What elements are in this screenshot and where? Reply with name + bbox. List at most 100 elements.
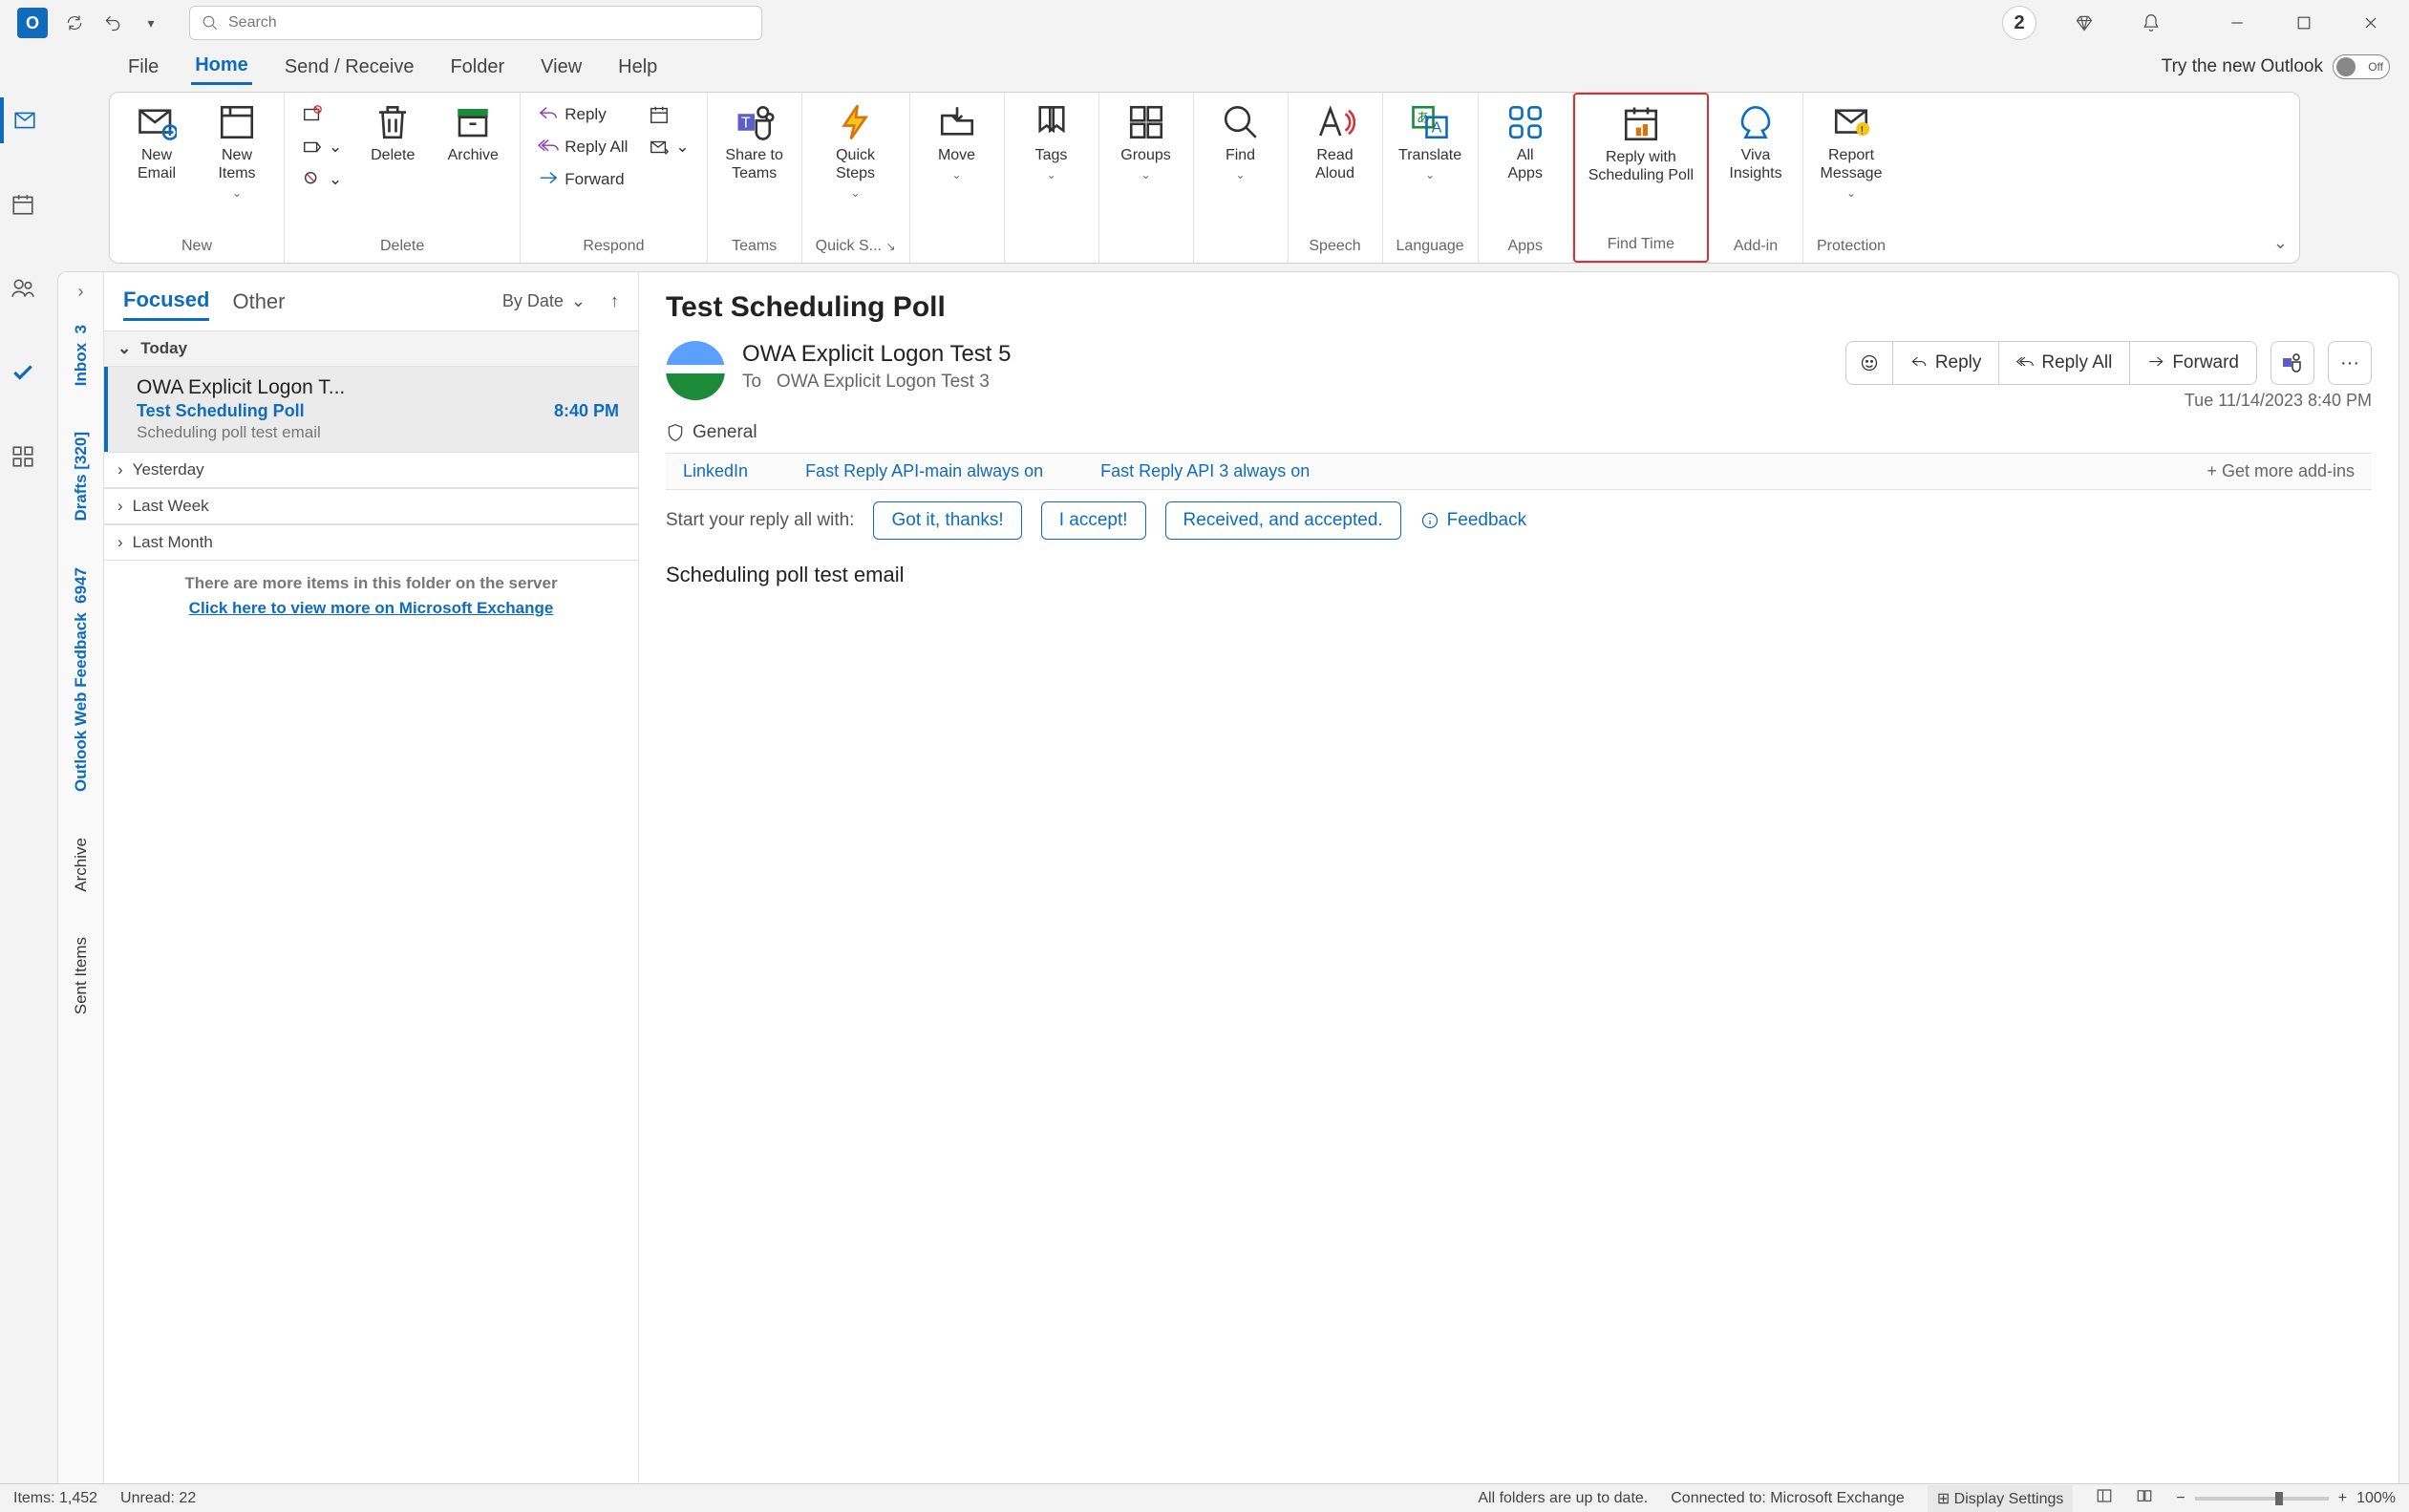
ribbon-label-speech: Speech	[1309, 238, 1360, 259]
reading-replyall-button[interactable]: Reply All	[1999, 342, 2130, 384]
folder-archive[interactable]: Archive	[72, 838, 91, 892]
view-reading-icon[interactable]	[2136, 1487, 2153, 1509]
folder-owf[interactable]: Outlook Web Feedback 6947	[72, 567, 91, 792]
reading-from: OWA Explicit Logon Test 5	[742, 341, 1828, 368]
reply-button[interactable]: Reply	[534, 102, 631, 127]
menu-folder[interactable]: Folder	[446, 51, 508, 84]
read-aloud-button[interactable]: Read Aloud	[1302, 102, 1369, 182]
search-input[interactable]: Search	[189, 6, 762, 40]
sync-icon[interactable]	[55, 4, 94, 42]
menu-view[interactable]: View	[537, 51, 586, 84]
svg-text:T: T	[741, 115, 751, 131]
menu-file[interactable]: File	[124, 51, 162, 84]
quick-reply-chip-1[interactable]: Got it, thanks!	[873, 501, 1021, 540]
reading-to: OWA Explicit Logon Test 3	[777, 372, 990, 392]
menu-home[interactable]: Home	[191, 49, 252, 85]
zoom-control[interactable]: − + 100%	[2176, 1490, 2396, 1507]
premium-icon[interactable]	[2065, 4, 2103, 42]
archive-button[interactable]: Archive	[439, 102, 506, 164]
view-normal-icon[interactable]	[2096, 1487, 2113, 1509]
rail-apps-icon[interactable]	[0, 434, 46, 479]
maximize-button[interactable]	[2285, 4, 2323, 42]
menu-send-receive[interactable]: Send / Receive	[281, 51, 418, 84]
feedback-link[interactable]: Feedback	[1420, 510, 1526, 531]
try-new-outlook-toggle[interactable]: Off	[2333, 54, 2390, 79]
display-settings-button[interactable]: ⊞ Display Settings	[1928, 1485, 2074, 1512]
section-yesterday[interactable]: ›Yesterday	[104, 452, 638, 488]
ribbon-group-teams: TShare to Teams Teams	[708, 93, 802, 263]
section-lastweek[interactable]: ›Last Week	[104, 488, 638, 524]
status-sync: All folders are up to date.	[1478, 1490, 1648, 1507]
rail-todo-icon[interactable]	[0, 350, 46, 395]
reply-all-button[interactable]: Reply All	[534, 135, 631, 160]
share-to-teams-button[interactable]: TShare to Teams	[721, 102, 788, 182]
get-more-addins[interactable]: + Get more add-ins	[2206, 461, 2355, 481]
addin-fastreply2[interactable]: Fast Reply API 3 always on	[1100, 461, 1310, 481]
sort-direction-icon[interactable]: ↑	[610, 291, 619, 311]
more-actions-button[interactable]: ···	[2328, 341, 2372, 385]
content-area: › Inbox 3 Drafts [320] Outlook Web Feedb…	[57, 271, 2399, 1491]
bell-icon[interactable]	[2132, 4, 2170, 42]
tags-button[interactable]: Tags⌄	[1018, 102, 1085, 182]
sort-by-date[interactable]: By Date ⌄ ↑	[502, 291, 619, 311]
tab-focused[interactable]: Focused	[123, 282, 209, 321]
reading-forward-button[interactable]: Forward	[2130, 342, 2256, 384]
junk-button[interactable]: ⌄	[298, 167, 346, 192]
cleanup-button[interactable]: ⌄	[298, 135, 346, 160]
reply-scheduling-poll-button[interactable]: Reply with Scheduling Poll	[1588, 104, 1694, 184]
folder-sent[interactable]: Sent Items	[72, 937, 91, 1014]
more-items-label: There are more items in this folder on t…	[104, 574, 638, 593]
rail-calendar-icon[interactable]	[0, 181, 46, 227]
report-message-button[interactable]: !Report Message⌄	[1818, 102, 1885, 201]
menu-help[interactable]: Help	[614, 51, 661, 84]
status-connection: Connected to: Microsoft Exchange	[1671, 1490, 1905, 1507]
all-apps-button[interactable]: All Apps	[1492, 102, 1559, 182]
ribbon-label-addin: Add-in	[1734, 238, 1778, 259]
rail-mail-icon[interactable]	[0, 97, 46, 143]
ribbon-label-language: Language	[1396, 238, 1464, 259]
menubar: File Home Send / Receive Folder View Hel…	[0, 46, 2409, 88]
tab-other[interactable]: Other	[232, 284, 285, 320]
move-button[interactable]: Move⌄	[924, 102, 991, 182]
status-items: Items: 1,452	[13, 1490, 97, 1507]
groups-button[interactable]: Groups⌄	[1113, 102, 1180, 182]
meeting-button[interactable]	[645, 102, 693, 127]
notification-badge[interactable]: 2	[2002, 6, 2036, 40]
reading-reply-button[interactable]: Reply	[1893, 342, 2000, 384]
forward-button[interactable]: Forward	[534, 167, 631, 192]
new-items-button[interactable]: New Items⌄	[203, 102, 270, 201]
quick-reply-bar: Start your reply all with: Got it, thank…	[666, 501, 2372, 540]
quick-steps-button[interactable]: Quick Steps⌄	[822, 102, 889, 201]
quick-access-dropdown[interactable]: ▾	[132, 4, 170, 42]
teams-share-button[interactable]	[2270, 341, 2314, 385]
quick-reply-chip-2[interactable]: I accept!	[1041, 501, 1146, 540]
folder-drafts[interactable]: Drafts [320]	[72, 432, 91, 522]
section-lastmonth[interactable]: ›Last Month	[104, 524, 638, 561]
folder-inbox[interactable]: Inbox 3	[72, 325, 91, 386]
ribbon-group-quicksteps: Quick Steps⌄ Quick S... ↘	[802, 93, 910, 263]
folder-pane-expand-icon[interactable]: ›	[78, 282, 84, 302]
message-item[interactable]: OWA Explicit Logon T... Test Scheduling …	[104, 367, 638, 452]
addin-fastreply1[interactable]: Fast Reply API-main always on	[805, 461, 1043, 481]
react-button[interactable]	[1846, 342, 1893, 384]
zoom-out-icon[interactable]: −	[2176, 1490, 2185, 1507]
close-button[interactable]	[2352, 4, 2390, 42]
quick-reply-chip-3[interactable]: Received, and accepted.	[1165, 501, 1401, 540]
undo-icon[interactable]	[94, 4, 132, 42]
view-more-link[interactable]: Click here to view more on Microsoft Exc…	[104, 599, 638, 618]
ribbon-expand-icon[interactable]: ⌄	[2273, 233, 2288, 253]
new-email-button[interactable]: New Email	[123, 102, 190, 182]
rail-people-icon[interactable]	[0, 266, 46, 311]
zoom-in-icon[interactable]: +	[2338, 1490, 2347, 1507]
viva-insights-button[interactable]: Viva Insights	[1722, 102, 1789, 182]
ignore-button[interactable]	[298, 102, 346, 127]
message-time: 8:40 PM	[554, 401, 619, 421]
find-button[interactable]: Find⌄	[1207, 102, 1274, 182]
more-respond-button[interactable]: ⌄	[645, 135, 693, 160]
ribbon-label-teams: Teams	[732, 238, 777, 259]
section-today[interactable]: ⌄Today	[104, 330, 638, 367]
addin-linkedin[interactable]: LinkedIn	[683, 461, 748, 481]
minimize-button[interactable]	[2218, 4, 2256, 42]
delete-button[interactable]: Delete	[359, 102, 426, 164]
translate-button[interactable]: あATranslate⌄	[1396, 102, 1463, 182]
